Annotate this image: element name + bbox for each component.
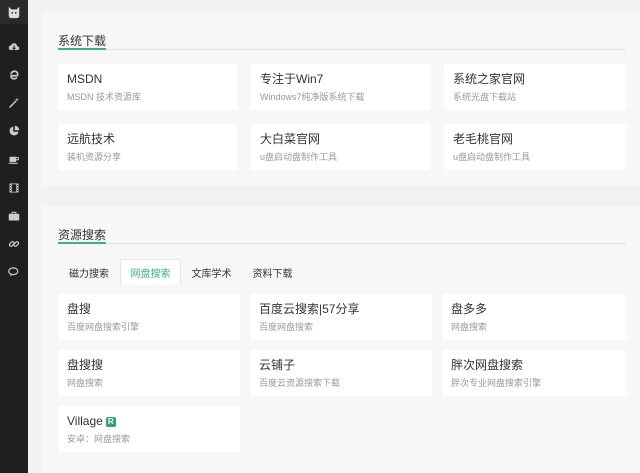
card-desc: Windows7纯净版系统下载	[260, 92, 365, 102]
card-panduoduo[interactable]: 盘多多 网盘搜索	[442, 294, 626, 340]
cat-logo-icon[interactable]	[0, 0, 28, 24]
film-icon[interactable]	[0, 178, 28, 198]
card-title: 远航技术	[67, 132, 116, 146]
section-divider	[58, 243, 626, 244]
card-title: 百度云搜索|57分享	[259, 302, 360, 316]
pie-chart-icon[interactable]	[0, 121, 28, 141]
card-pansou[interactable]: 盘搜 百度网盘搜索引擎	[58, 294, 240, 340]
card-pangci[interactable]: 胖次网盘搜索 胖次专业网盘搜索引擎	[442, 350, 626, 396]
resource-search-section: 资源搜索 磁力搜索 网盘搜索 文库学术 资料下载 盘搜 百度网盘搜索引擎 百度云…	[42, 206, 640, 473]
card-desc: 胖次专业网盘搜索引擎	[451, 378, 542, 388]
card-dabaicai[interactable]: 大白菜官网 u盘启动盘制作工具	[251, 124, 431, 170]
card-pansousou[interactable]: 盘搜搜 网盘搜索	[58, 350, 240, 396]
card-desc: MSDN 技术资源库	[67, 92, 141, 102]
card-desc: 百度云资源搜索下载	[259, 378, 341, 388]
card-yuanhang[interactable]: 远航技术 装机资源分享	[58, 124, 237, 170]
card-desc: 安卓：网盘搜索	[67, 434, 131, 444]
section-title-underline	[58, 242, 106, 244]
magic-wand-icon[interactable]	[0, 93, 28, 113]
card-title-text: Village	[67, 414, 103, 428]
card-laomaotao[interactable]: 老毛桃官网 u盘启动盘制作工具	[444, 124, 626, 170]
card-title: 大白菜官网	[260, 132, 321, 146]
card-desc: 网盘搜索	[451, 322, 488, 332]
card-desc: u盘启动盘制作工具	[260, 152, 338, 162]
r-badge-icon: R	[105, 417, 116, 427]
search-tabs: 磁力搜索 网盘搜索 文库学术 资料下载	[58, 259, 626, 285]
card-title: 盘搜搜	[67, 358, 104, 372]
tab-material-download[interactable]: 资料下载	[242, 259, 303, 285]
tab-netdisk-search[interactable]: 网盘搜索	[120, 259, 181, 285]
section-title: 资源搜索	[58, 228, 107, 242]
system-download-section: 系统下载 MSDN MSDN 技术资源库 专注于Win7 Windows7纯净版…	[42, 12, 640, 186]
section-title-underline	[58, 48, 106, 50]
card-xitongzhijia[interactable]: 系统之家官网 系统光盘下载站	[444, 64, 626, 110]
card-desc: 装机资源分享	[67, 152, 122, 162]
card-win7[interactable]: 专注于Win7 Windows7纯净版系统下载	[251, 64, 431, 110]
chat-icon[interactable]	[0, 262, 28, 282]
cloud-download-icon[interactable]	[0, 37, 28, 57]
card-desc: 百度网盘搜索	[259, 322, 314, 332]
card-title: 胖次网盘搜索	[451, 358, 524, 372]
card-title: Village R	[67, 414, 231, 428]
tab-magnet-search[interactable]: 磁力搜索	[58, 259, 120, 285]
card-title: 云铺子	[259, 358, 296, 372]
card-title: MSDN	[67, 72, 103, 86]
card-desc: 百度网盘搜索引擎	[67, 322, 140, 332]
card-msdn[interactable]: MSDN MSDN 技术资源库	[58, 64, 237, 110]
card-title: 盘多多	[451, 302, 488, 316]
card-title: 系统之家官网	[453, 72, 526, 86]
card-desc: 网盘搜索	[67, 378, 104, 388]
card-desc: u盘启动盘制作工具	[453, 152, 531, 162]
sidebar	[0, 0, 28, 473]
card-yunpuzi[interactable]: 云铺子 百度云资源搜索下载	[250, 350, 432, 396]
link-icon[interactable]	[0, 234, 28, 254]
card-village[interactable]: Village R 安卓：网盘搜索	[58, 406, 240, 452]
card-title: 专注于Win7	[260, 72, 324, 86]
card-title: 盘搜	[67, 302, 92, 316]
coffee-cup-icon[interactable]	[0, 149, 28, 169]
card-desc: 系统光盘下载站	[453, 92, 517, 102]
briefcase-icon[interactable]	[0, 206, 28, 226]
card-title: 老毛桃官网	[453, 132, 514, 146]
section-divider	[58, 49, 626, 50]
browser-e-icon[interactable]	[0, 65, 28, 85]
card-baiduyun-57[interactable]: 百度云搜索|57分享 百度网盘搜索	[250, 294, 432, 340]
tab-library-academic[interactable]: 文库学术	[181, 259, 242, 285]
section-title: 系统下载	[58, 34, 107, 48]
